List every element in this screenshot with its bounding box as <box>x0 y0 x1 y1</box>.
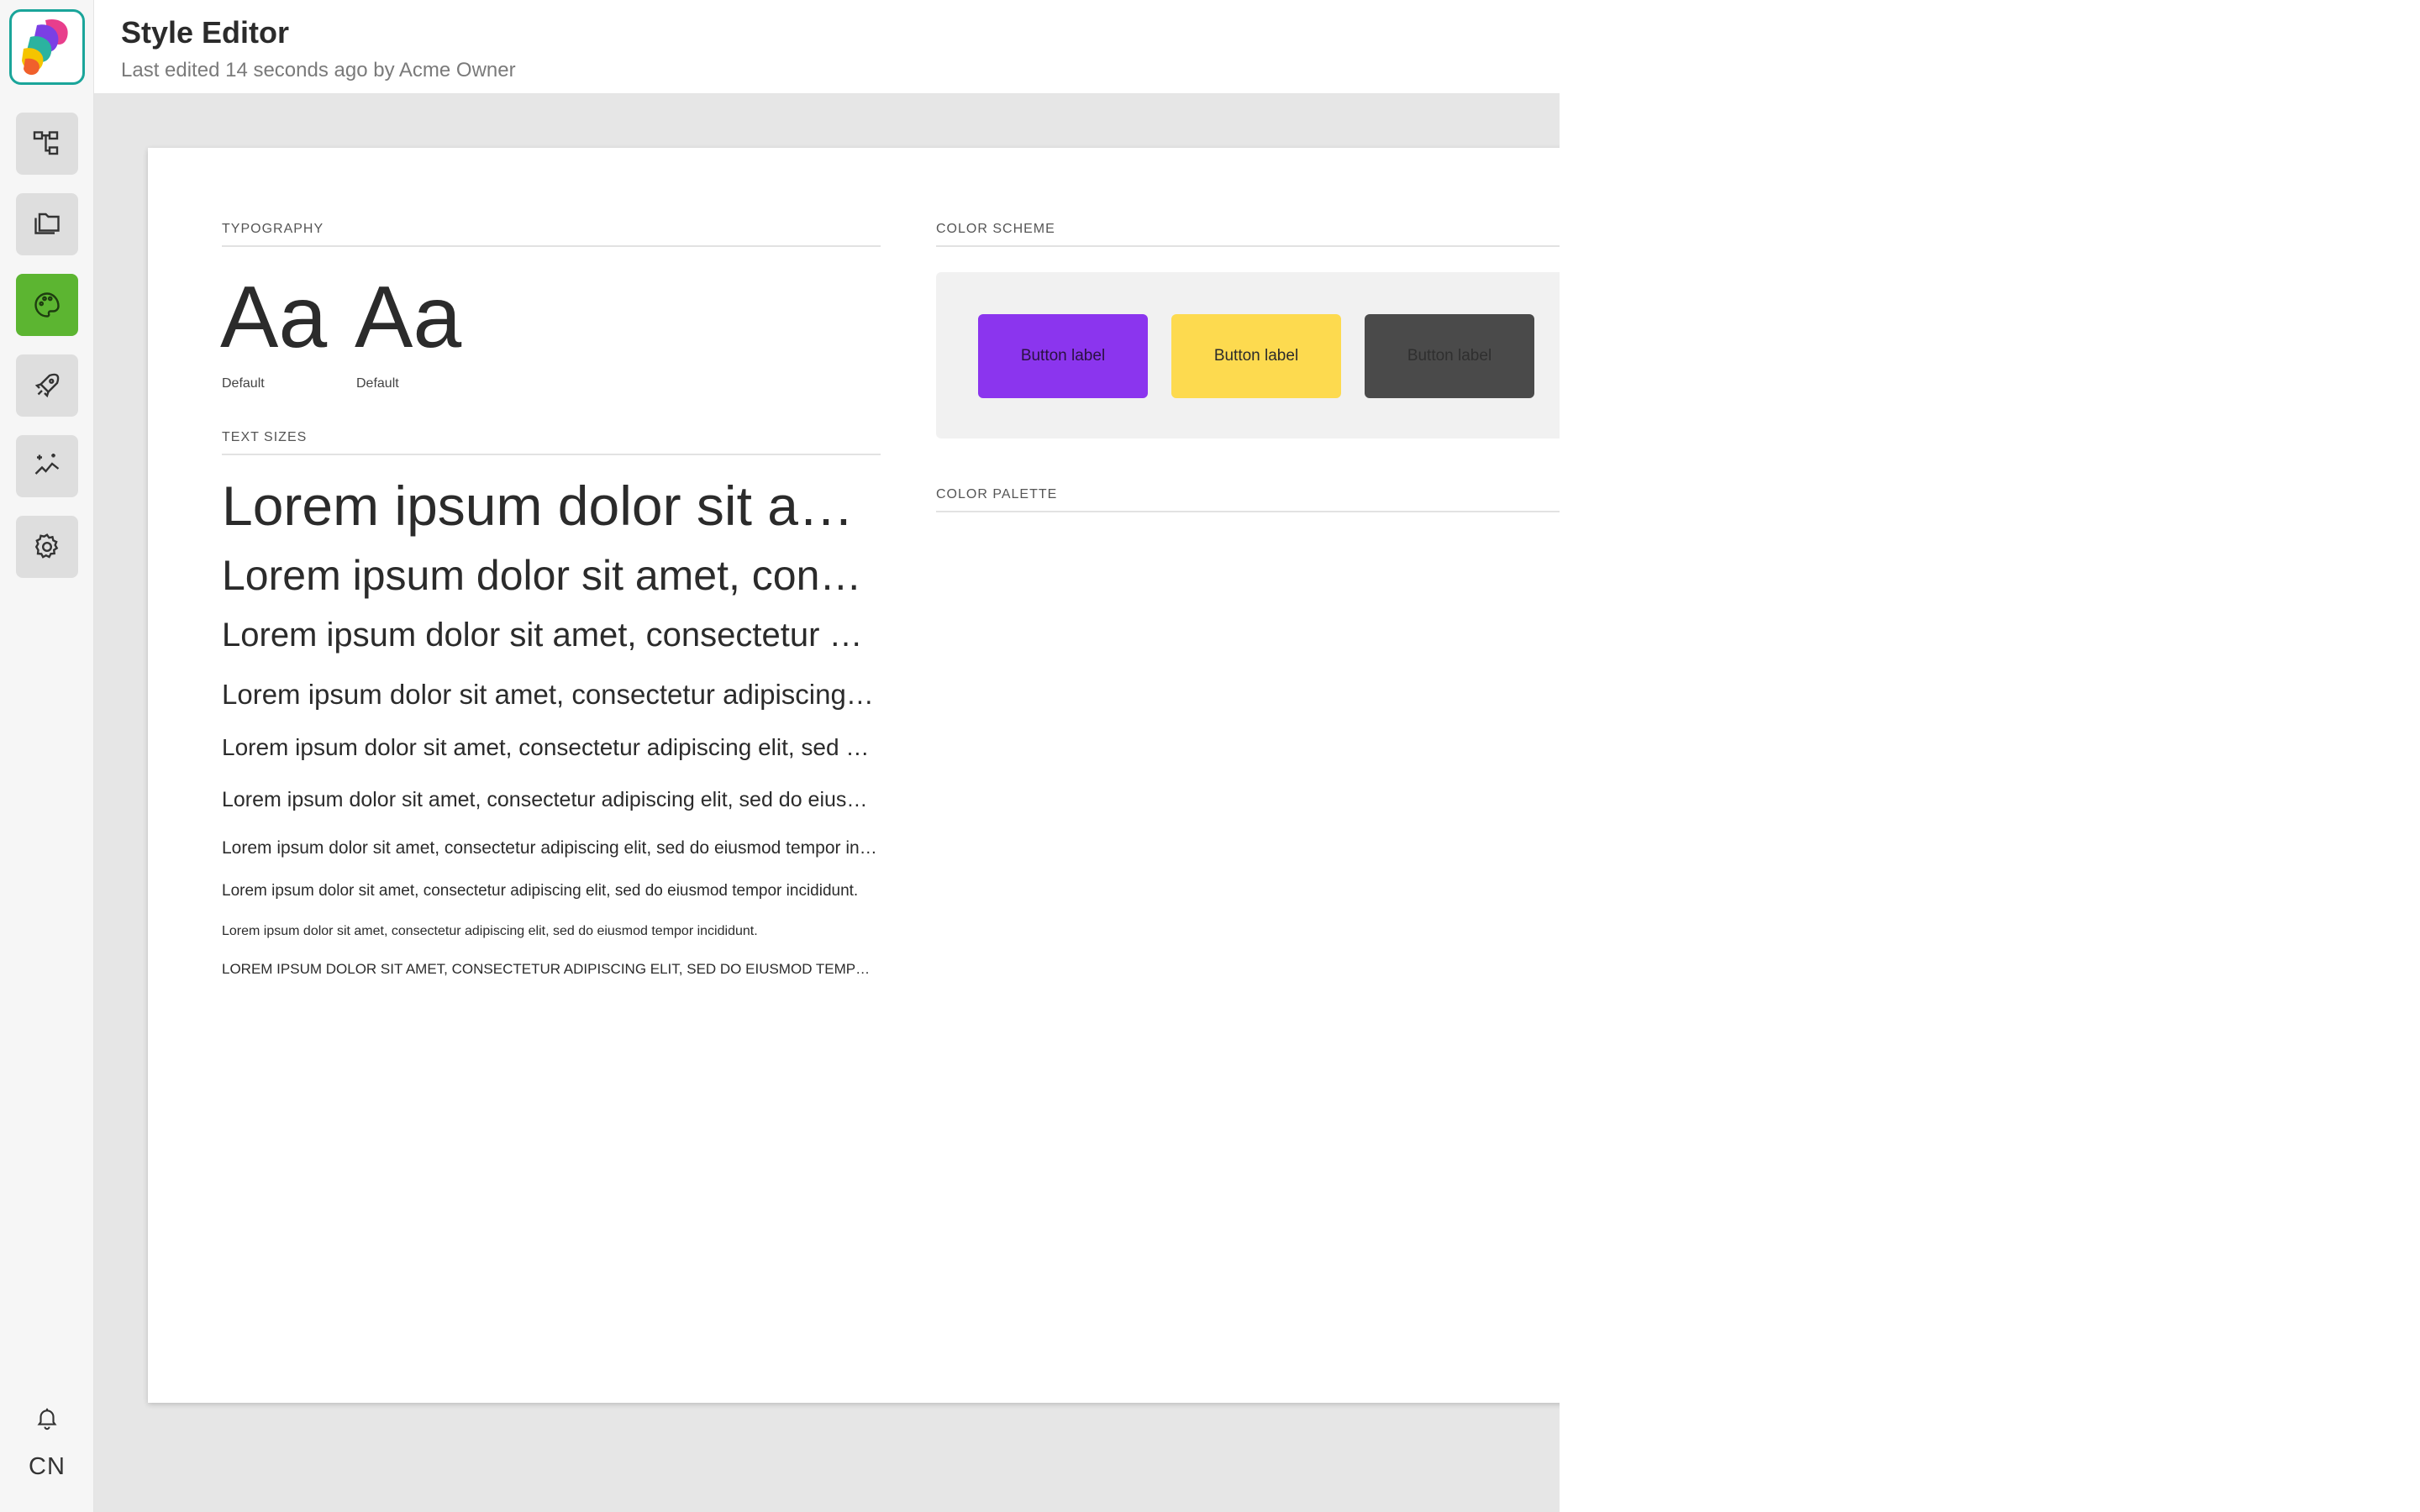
text-size-sample-7[interactable]: Lorem ipsum dolor sit amet, consectetur … <box>222 838 881 858</box>
typography-divider <box>222 245 881 247</box>
text-size-sample-2[interactable]: Lorem ipsum dolor sit amet, consectetur … <box>222 551 881 600</box>
font-sample-caption: Default <box>356 376 399 391</box>
gear-icon <box>34 533 59 559</box>
style-guide-card: TYPOGRAPHY Aa Default Aa Default TEXT SI… <box>148 148 1560 1403</box>
color-scheme-divider <box>936 245 1560 247</box>
font-sample-caption: Default <box>222 376 265 391</box>
sidebar-item-launch[interactable] <box>16 354 78 417</box>
typography-label: TYPOGRAPHY <box>222 222 324 236</box>
style-preview-canvas: TYPOGRAPHY Aa Default Aa Default TEXT SI… <box>94 94 1560 1512</box>
page-header: Style Editor Last edited 14 seconds ago … <box>94 0 1560 94</box>
blank-panel <box>1560 0 2420 1512</box>
folders-icon <box>34 213 60 234</box>
color-scheme-preview: Button label Button label Button label <box>936 272 1560 438</box>
user-avatar[interactable]: CN <box>0 1453 94 1481</box>
sparkle-chart-icon <box>34 454 60 475</box>
font-sample-secondary[interactable]: Aa <box>355 274 461 361</box>
bell-icon <box>37 1408 57 1431</box>
color-palette-divider <box>936 511 1560 512</box>
color-scheme-label: COLOR SCHEME <box>936 222 1055 236</box>
sitemap-icon <box>33 131 59 155</box>
rocket-icon <box>34 373 60 398</box>
sidebar-item-style[interactable] <box>16 274 78 336</box>
page-title: Style Editor <box>121 15 290 50</box>
text-size-sample-8[interactable]: Lorem ipsum dolor sit amet, consectetur … <box>222 882 881 900</box>
text-size-sample-6[interactable]: Lorem ipsum dolor sit amet, consectetur … <box>222 788 881 812</box>
text-size-sample-caps[interactable]: LOREM IPSUM DOLOR SIT AMET, CONSECTETUR … <box>222 961 881 978</box>
last-edited-status: Last edited 14 seconds ago by Acme Owner <box>121 59 516 81</box>
secondary-button-sample[interactable]: Button label <box>1171 314 1341 398</box>
text-size-sample-5[interactable]: Lorem ipsum dolor sit amet, consectetur … <box>222 734 881 761</box>
sidebar: CN <box>0 0 94 1512</box>
tertiary-button-sample[interactable]: Button label <box>1365 314 1534 398</box>
text-sizes-divider <box>222 454 881 455</box>
app-logo[interactable] <box>9 9 85 85</box>
text-size-sample-3[interactable]: Lorem ipsum dolor sit amet, consectetur … <box>222 617 881 654</box>
text-size-sample-4[interactable]: Lorem ipsum dolor sit amet, consectetur … <box>222 679 881 711</box>
text-sizes-label: TEXT SIZES <box>222 430 308 444</box>
font-sample-primary[interactable]: Aa <box>220 274 327 361</box>
sidebar-item-files[interactable] <box>16 193 78 255</box>
text-size-sample-9[interactable]: Lorem ipsum dolor sit amet, consectetur … <box>222 924 881 939</box>
primary-button-sample[interactable]: Button label <box>978 314 1148 398</box>
logo-icon <box>22 18 68 76</box>
color-palette-label: COLOR PALETTE <box>936 487 1058 501</box>
notifications-button[interactable] <box>30 1401 64 1435</box>
sidebar-item-settings[interactable] <box>16 516 78 578</box>
sidebar-item-analytics[interactable] <box>16 435 78 497</box>
palette-icon <box>34 292 60 318</box>
text-size-sample-1[interactable]: Lorem ipsum dolor sit amet, consectetur … <box>222 474 881 538</box>
sidebar-item-sitemap[interactable] <box>16 113 78 175</box>
